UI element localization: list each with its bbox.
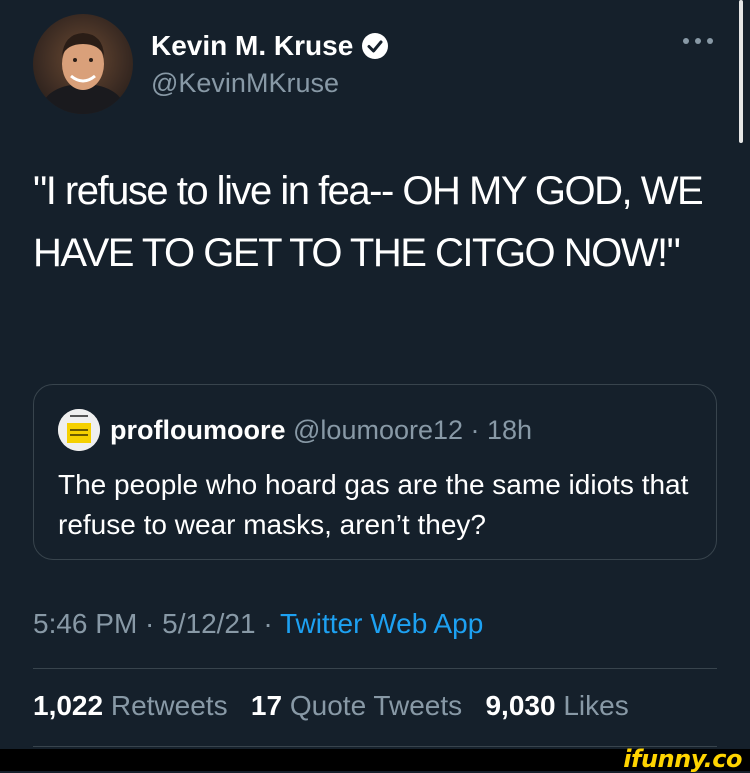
quoted-header: profloumoore @loumoore12 · 18h — [110, 415, 532, 446]
author-name-row[interactable]: Kevin M. Kruse — [151, 30, 389, 62]
tweet-meta: 5:46 PM · 5/12/21 · Twitter Web App — [33, 608, 483, 640]
verified-badge-icon — [361, 32, 389, 60]
scrollbar[interactable] — [739, 0, 743, 143]
tweet-stats: 1,022 Retweets 17 Quote Tweets 9,030 Lik… — [33, 690, 629, 722]
quotes-label: Quote Tweets — [289, 690, 463, 721]
retweets-stat[interactable]: 1,022 Retweets — [33, 690, 228, 721]
quoted-handle-time: @loumoore12 · 18h — [293, 415, 533, 445]
quoted-author-avatar[interactable] — [58, 409, 100, 451]
more-horizontal-icon[interactable] — [680, 34, 716, 48]
retweets-label: Retweets — [110, 690, 228, 721]
quoted-tweet[interactable]: profloumoore @loumoore12 · 18h The peopl… — [33, 384, 717, 560]
quoted-avatar-image — [58, 409, 100, 451]
likes-count: 9,030 — [485, 690, 556, 721]
author-handle[interactable]: @KevinMKruse — [151, 68, 339, 99]
retweets-count: 1,022 — [33, 690, 104, 721]
quotes-count: 17 — [250, 690, 283, 721]
ifunny-watermark: ifunny.co — [623, 745, 742, 773]
author-name[interactable]: Kevin M. Kruse — [151, 30, 353, 62]
quotes-stat[interactable]: 17 Quote Tweets — [251, 690, 462, 721]
likes-stat[interactable]: 9,030 Likes — [485, 690, 628, 721]
quoted-author-name[interactable]: profloumoore — [110, 415, 286, 445]
tweet-source-app[interactable]: Twitter Web App — [280, 608, 483, 639]
author-avatar[interactable] — [33, 14, 133, 114]
divider — [33, 668, 717, 669]
likes-label: Likes — [563, 690, 629, 721]
tweet-datetime[interactable]: 5:46 PM · 5/12/21 · — [33, 608, 280, 639]
tweet-text: "I refuse to live in fea-- OH MY GOD, WE… — [33, 169, 704, 275]
avatar-photo — [43, 33, 123, 114]
divider — [33, 746, 717, 747]
quoted-text: The people who hoard gas are the same id… — [58, 469, 689, 540]
